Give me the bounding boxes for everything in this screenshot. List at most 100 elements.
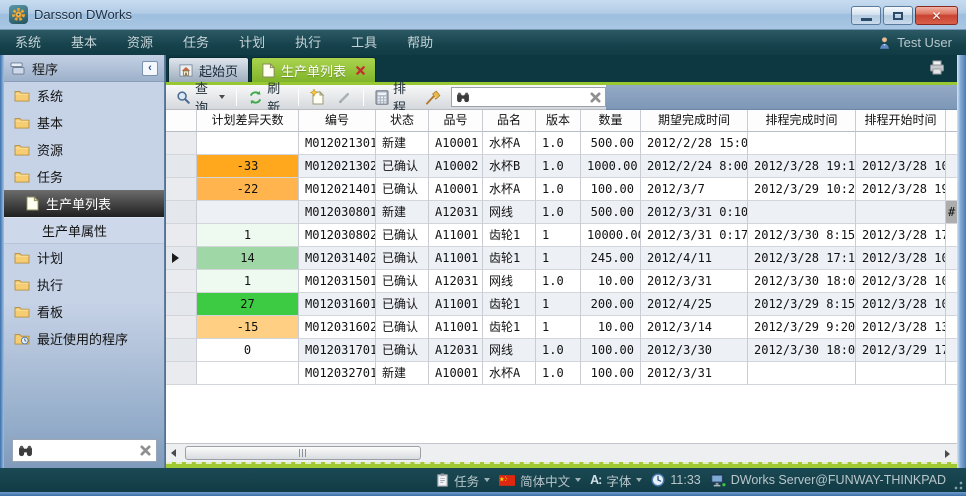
menu-item-1[interactable]: 基本 (56, 30, 112, 55)
cell-sched-finish-time[interactable] (748, 362, 856, 385)
cell-part-no[interactable]: A11001 (429, 247, 483, 270)
column-header-7[interactable]: 期望完成时间 (641, 110, 748, 132)
cell-sched-start-time[interactable]: 2012/3/28 17:13 (856, 224, 946, 247)
cell-status[interactable]: 已确认 (376, 270, 429, 293)
cell-status[interactable]: 已确认 (376, 293, 429, 316)
cell-order-no[interactable]: M012031701 (299, 339, 376, 362)
cell-part-no[interactable]: A12031 (429, 201, 483, 224)
cell-qty[interactable]: 500.00 (581, 132, 641, 155)
sidebar-search-input[interactable] (38, 443, 135, 459)
cell-qty[interactable]: 200.00 (581, 293, 641, 316)
cell-qty[interactable]: 10.00 (581, 316, 641, 339)
table-row[interactable]: 1M012030802已确认A11001齿轮1110000.002012/3/3… (166, 224, 957, 247)
cell-order-no[interactable]: M012021301 (299, 132, 376, 155)
cell-sched-finish-time[interactable]: 2012/3/29 9:20 (748, 316, 856, 339)
cell-status[interactable]: 已确认 (376, 155, 429, 178)
status-language-button[interactable]: 简体中文 (499, 471, 581, 490)
cell-part-name[interactable]: 网线 (483, 270, 536, 293)
cell-part-name[interactable]: 齿轮1 (483, 293, 536, 316)
resize-grip-icon[interactable] (951, 478, 963, 490)
row-selector[interactable] (166, 155, 197, 178)
table-row[interactable]: 27M012031601已确认A11001齿轮11200.002012/4/25… (166, 293, 957, 316)
horizontal-scrollbar[interactable] (166, 443, 957, 462)
table-row[interactable]: -22M012021401已确认A10001水杯A1.0100.002012/3… (166, 178, 957, 201)
sidebar-item-7[interactable]: 执行 (4, 271, 164, 298)
cell-qty[interactable]: 10.00 (581, 270, 641, 293)
cell-version[interactable]: 1.0 (536, 132, 581, 155)
cell-expected-time[interactable]: 2012/3/31 0:10 (641, 201, 748, 224)
cell-sched-finish-time[interactable]: 2012/3/29 8:15 (748, 293, 856, 316)
menu-item-2[interactable]: 资源 (112, 30, 168, 55)
column-header-6[interactable]: 数量 (581, 110, 641, 132)
sidebar-item-8[interactable]: 看板 (4, 298, 164, 325)
sidebar-collapse-button[interactable]: ‹ (142, 61, 158, 76)
cell-qty[interactable]: 100.00 (581, 362, 641, 385)
cell-sched-start-time[interactable] (856, 362, 946, 385)
cell-plan-diff-days[interactable] (197, 362, 299, 385)
cell-expected-time[interactable]: 2012/3/30 (641, 339, 748, 362)
cell-expected-time[interactable]: 2012/4/11 (641, 247, 748, 270)
cell-part-no[interactable]: A10001 (429, 362, 483, 385)
tab-close-icon[interactable] (356, 66, 365, 75)
status-font-button[interactable]: A: 字体 (590, 471, 642, 490)
sidebar-search-clear-icon[interactable] (140, 445, 151, 456)
cell-order-no[interactable]: M012021401 (299, 178, 376, 201)
cell-part-no[interactable]: A11001 (429, 293, 483, 316)
cell-plan-diff-days[interactable]: 1 (197, 270, 299, 293)
cell-sched-finish-time[interactable]: 2012/3/28 19:10 (748, 155, 856, 178)
column-header-8[interactable]: 排程完成时间 (748, 110, 856, 132)
printer-icon[interactable] (929, 60, 945, 75)
cell-sched-start-time[interactable]: 2012/3/28 10:52 (856, 155, 946, 178)
toolbar-filter-input[interactable] (474, 89, 586, 105)
menu-item-3[interactable]: 任务 (168, 30, 224, 55)
table-row[interactable]: -15M012031602已确认A11001齿轮1110.002012/3/14… (166, 316, 957, 339)
cell-status[interactable]: 已确认 (376, 224, 429, 247)
sidebar-item-4[interactable]: 生产单列表 (4, 190, 164, 217)
close-button[interactable]: ✕ (915, 6, 958, 25)
minimize-button[interactable] (851, 6, 881, 25)
cell-order-no[interactable]: M012031402 (299, 247, 376, 270)
new-button[interactable] (306, 87, 329, 107)
scrollbar-thumb[interactable] (185, 446, 421, 460)
table-row[interactable]: 0M012031701已确认A12031网线1.0100.002012/3/30… (166, 339, 957, 362)
cell-sched-finish-time[interactable]: 2012/3/30 18:00 (748, 339, 856, 362)
cell-plan-diff-days[interactable]: 27 (197, 293, 299, 316)
menu-item-5[interactable]: 执行 (280, 30, 336, 55)
status-tasks-button[interactable]: 任务 (436, 471, 490, 490)
cell-status[interactable]: 新建 (376, 201, 429, 224)
cell-qty[interactable]: 100.00 (581, 178, 641, 201)
cell-status[interactable]: 已确认 (376, 247, 429, 270)
column-header-5[interactable]: 版本 (536, 110, 581, 132)
row-selector[interactable] (166, 178, 197, 201)
column-header-2[interactable]: 状态 (376, 110, 429, 132)
cell-sched-start-time[interactable]: 2012/3/29 17:46 (856, 339, 946, 362)
cell-plan-diff-days[interactable]: -22 (197, 178, 299, 201)
scroll-left-button[interactable] (166, 445, 181, 462)
cell-sched-finish-time[interactable]: 2012/3/28 17:13 (748, 247, 856, 270)
cell-status[interactable]: 新建 (376, 362, 429, 385)
cell-status[interactable]: 新建 (376, 132, 429, 155)
cell-part-no[interactable]: A12031 (429, 270, 483, 293)
column-header-4[interactable]: 品名 (483, 110, 536, 132)
cell-part-name[interactable]: 网线 (483, 339, 536, 362)
cell-part-no[interactable]: A10001 (429, 178, 483, 201)
cell-plan-diff-days[interactable]: -33 (197, 155, 299, 178)
cell-version[interactable]: 1.0 (536, 178, 581, 201)
cell-status[interactable]: 已确认 (376, 339, 429, 362)
cell-status[interactable]: 已确认 (376, 178, 429, 201)
cell-order-no[interactable]: M012032701 (299, 362, 376, 385)
sidebar-item-3[interactable]: 任务 (4, 163, 164, 190)
cell-qty[interactable]: 1000.00 (581, 155, 641, 178)
cell-part-no[interactable]: A11001 (429, 316, 483, 339)
cell-order-no[interactable]: M012021302 (299, 155, 376, 178)
cell-expected-time[interactable]: 2012/3/14 (641, 316, 748, 339)
table-row[interactable]: 1M012031501已确认A12031网线1.010.002012/3/312… (166, 270, 957, 293)
cell-qty[interactable]: 100.00 (581, 339, 641, 362)
table-row[interactable]: 14M012031402已确认A11001齿轮11245.002012/4/11… (166, 247, 957, 270)
cell-plan-diff-days[interactable]: 0 (197, 339, 299, 362)
cell-order-no[interactable]: M012031601 (299, 293, 376, 316)
cell-version[interactable]: 1 (536, 293, 581, 316)
column-header-1[interactable]: 编号 (299, 110, 376, 132)
cell-version[interactable]: 1 (536, 247, 581, 270)
cell-part-name[interactable]: 网线 (483, 201, 536, 224)
